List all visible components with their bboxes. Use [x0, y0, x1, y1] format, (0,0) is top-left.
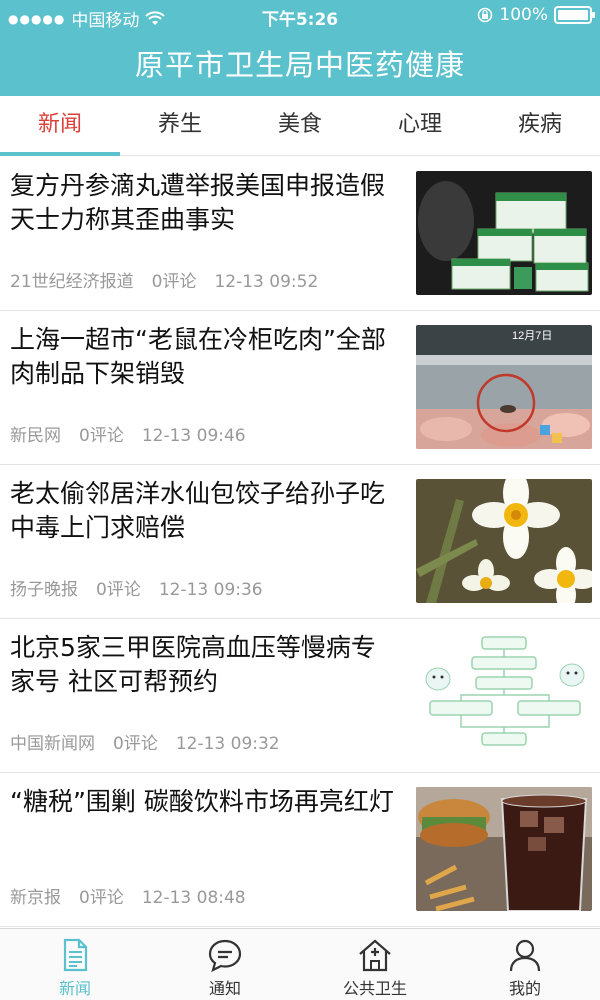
news-meta: 中国新闻网 0评论 12-13 09:32: [10, 729, 298, 754]
soda-drink-image[interactable]: [416, 787, 592, 911]
supermarket-freezer-image[interactable]: 12月7日: [416, 325, 592, 449]
news-title[interactable]: 复方丹参滴丸遭举报美国申报造假 天士力称其歪曲事实: [10, 169, 400, 237]
news-comments: 0评论: [113, 734, 158, 754]
news-time: 12-13 09:32: [175, 734, 280, 754]
battery-icon: [554, 6, 595, 24]
news-time: 12-13 09:46: [141, 426, 246, 446]
daffodil-flower-image[interactable]: [416, 479, 592, 603]
news-item[interactable]: 上海一超市“老鼠在冷柜吃肉”全部肉制品下架销毁 新民网 0评论 12-13 09:4…: [0, 311, 600, 465]
news-time: 12-13 09:36: [158, 580, 263, 600]
news-source: 新民网: [10, 426, 61, 446]
news-item[interactable]: 北京5家三甲医院高血压等慢病专家号 社区可帮预约 中国新闻网 0评论 12-13 0…: [0, 619, 600, 773]
news-title[interactable]: 北京5家三甲医院高血压等慢病专家号 社区可帮预约: [10, 631, 400, 699]
news-source: 扬子晚报: [10, 580, 78, 600]
news-comments: 0评论: [79, 426, 124, 446]
nav-label: 公共卫生: [342, 979, 407, 998]
chat-bubble-icon: [150, 937, 300, 973]
news-time: 12-13 09:52: [214, 272, 319, 292]
news-feed: 复方丹参滴丸遭举报美国申报造假 天士力称其歪曲事实 21世纪经济报道 0评论 12-…: [0, 157, 600, 927]
news-meta: 新京报 0评论 12-13 08:48: [10, 883, 264, 908]
tab-2[interactable]: 美食: [240, 96, 360, 155]
status-bar: ●●●●● 中国移动 下午5:26 100%: [0, 0, 600, 32]
nav-item-2[interactable]: 公共卫生: [300, 929, 450, 1000]
news-item[interactable]: 老太偷邻居洋水仙包饺子给孙子吃 中毒上门求赔偿 扬子晚报 0评论 12-13 09:…: [0, 465, 600, 619]
nav-item-3[interactable]: 我的: [450, 929, 600, 1000]
category-tabs: 新闻 养生 美食 心理 疾病: [0, 96, 600, 156]
news-title[interactable]: 老太偷邻居洋水仙包饺子给孙子吃 中毒上门求赔偿: [10, 477, 400, 545]
tab-4[interactable]: 疾病: [480, 96, 600, 155]
app-header: ●●●●● 中国移动 下午5:26 100% 原平市卫生局中医药健康: [0, 0, 600, 96]
bottom-nav: 新闻 通知 公共卫生 我的: [0, 928, 600, 1000]
nav-label: 新闻: [58, 979, 91, 998]
news-item[interactable]: “糖税”围剿 碳酸饮料市场再亮红灯 新京报 0评论 12-13 08:48: [0, 773, 600, 927]
orientation-lock-icon: [478, 7, 493, 23]
person-icon: [450, 937, 600, 973]
battery-percent: 100%: [499, 5, 548, 25]
news-time: 12-13 08:48: [141, 888, 246, 908]
news-item[interactable]: 复方丹参滴丸遭举报美国申报造假 天士力称其歪曲事实 21世纪经济报道 0评论 12-…: [0, 157, 600, 311]
tab-1[interactable]: 养生: [120, 96, 240, 155]
svg-text:12月7日: 12月7日: [512, 330, 552, 342]
tab-0[interactable]: 新闻: [0, 96, 120, 156]
tab-3[interactable]: 心理: [360, 96, 480, 155]
news-title[interactable]: “糖税”围剿 碳酸饮料市场再亮红灯: [10, 785, 400, 819]
medicine-boxes-image[interactable]: [416, 171, 592, 295]
nav-label: 通知: [208, 979, 241, 998]
nav-item-1[interactable]: 通知: [150, 929, 300, 1000]
news-meta: 新民网 0评论 12-13 09:46: [10, 421, 264, 446]
appointment-flowchart-image[interactable]: [416, 633, 592, 757]
news-source: 中国新闻网: [10, 734, 95, 754]
news-title[interactable]: 上海一超市“老鼠在冷柜吃肉”全部肉制品下架销毁: [10, 323, 400, 391]
news-meta: 扬子晚报 0评论 12-13 09:36: [10, 575, 281, 600]
nav-label: 我的: [508, 979, 541, 998]
news-comments: 0评论: [96, 580, 141, 600]
news-source: 21世纪经济报道: [10, 272, 134, 292]
news-meta: 21世纪经济报道 0评论 12-13 09:52: [10, 267, 336, 292]
house-plus-icon: [300, 937, 450, 973]
document-icon: [0, 937, 150, 973]
news-comments: 0评论: [79, 888, 124, 908]
nav-item-0[interactable]: 新闻: [0, 929, 150, 1000]
page-title: 原平市卫生局中医药健康: [134, 48, 465, 82]
news-source: 新京报: [10, 888, 61, 908]
news-comments: 0评论: [151, 272, 197, 292]
